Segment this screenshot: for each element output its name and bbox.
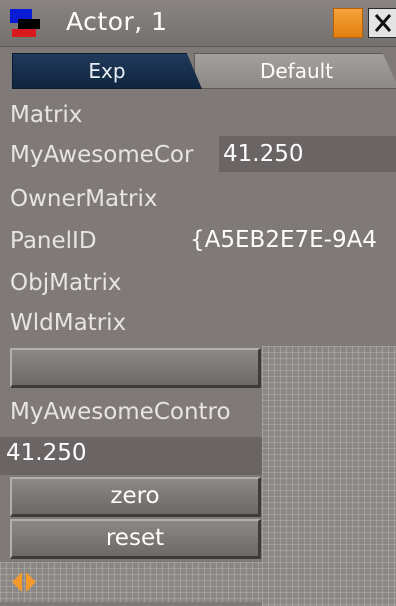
control-label-strip: MyAwesomeContro [0,396,262,434]
empty-button[interactable] [10,348,261,388]
actor-app-icon [10,9,40,37]
property-wldmatrix[interactable]: WldMatrix [0,304,396,344]
property-ownermatrix[interactable]: OwnerMatrix [0,180,396,220]
property-panelid[interactable]: PanelID {A5EB2E7E-9A4 [0,222,396,262]
close-x-icon [374,14,392,32]
tab-bar: Default Exp [0,50,396,90]
tab-exp[interactable]: Exp [12,53,202,89]
property-label-matrix: Matrix [10,102,83,128]
resize-arrows-icon[interactable] [10,568,38,596]
property-myawesomecor[interactable]: MyAwesomeCor 41.250 [0,136,396,176]
reset-button[interactable]: reset [10,519,261,559]
property-label-panelid: PanelID [10,228,97,254]
minimize-button[interactable] [333,8,363,38]
property-value-myawesomecor: 41.250 [223,141,304,167]
myawesomecor-value-field[interactable]: 41.250 [219,136,396,172]
property-objmatrix[interactable]: ObjMatrix [0,264,396,304]
property-label-ownermatrix: OwnerMatrix [10,186,158,212]
property-value-panelid: {A5EB2E7E-9A4 [190,227,377,253]
property-matrix[interactable]: Matrix [0,96,396,136]
close-button[interactable] [368,8,396,38]
title-bar: Actor, 1 [0,0,396,47]
tab-default[interactable]: Default [194,53,396,89]
window-title: Actor, 1 [66,7,168,36]
control-label: MyAwesomeContro [10,399,231,425]
checker-background-bottom [0,562,262,602]
control-value-field[interactable]: 41.250 [0,437,262,475]
property-label-wldmatrix: WldMatrix [10,310,127,336]
zero-button[interactable]: zero [10,477,261,517]
control-value: 41.250 [6,440,87,466]
checker-background [262,346,396,606]
property-label-objmatrix: ObjMatrix [10,270,122,296]
property-label-myawesomecor: MyAwesomeCor [10,142,194,168]
